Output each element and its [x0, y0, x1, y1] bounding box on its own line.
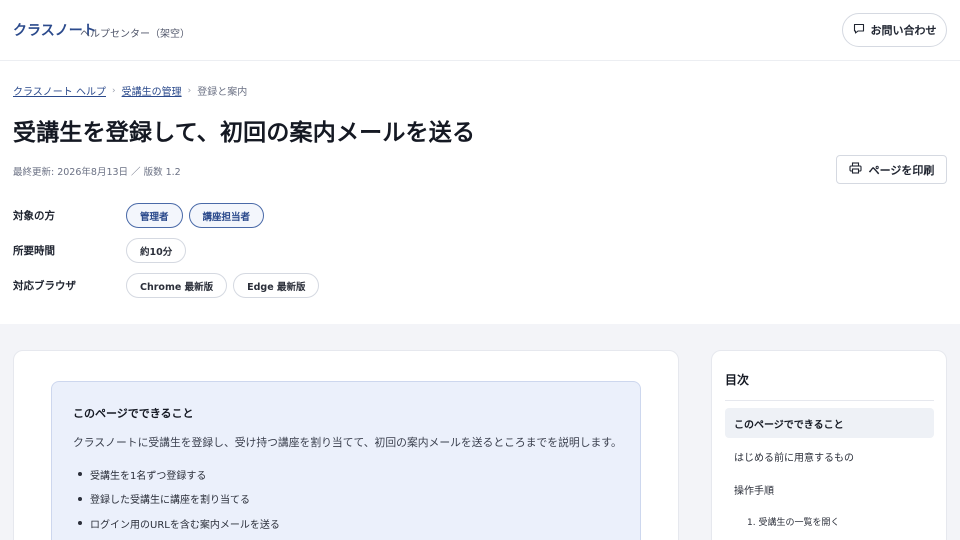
toc-divider: [725, 400, 934, 401]
attribute-label: 対象の方: [13, 210, 55, 222]
breadcrumb-current: 登録と案内: [197, 87, 248, 98]
breadcrumb-separator: ›: [111, 85, 116, 96]
page-title: 受講生を登録して、初回の案内メールを送る: [13, 120, 476, 146]
list-item-text: ログイン用のURLを含む案内メールを送る: [90, 519, 280, 531]
top-bar: クラスノート ヘルプセンター（架空） お問い合わせ: [0, 0, 960, 61]
brand-subtitle: ヘルプセンター（架空）: [80, 29, 190, 40]
printer-icon: [849, 162, 862, 177]
toc-heading: 目次: [725, 373, 750, 387]
bullet-icon: [78, 496, 82, 501]
attribute-label: 対応ブラウザ: [13, 280, 76, 292]
list-item: 登録した受講生に講座を割り当てる: [78, 487, 280, 512]
article-meta: 最終更新: 2026年8月13日 ／ 版数 1.2: [13, 167, 181, 178]
attribute-row-audience: 対象の方 管理者 講座担当者: [13, 203, 265, 228]
breadcrumb-link-help[interactable]: クラスノート ヘルプ: [13, 83, 106, 98]
toc-item-overview[interactable]: このページでできること: [725, 408, 934, 438]
bullet-icon: [78, 472, 82, 477]
audience-chip-instructor: 講座担当者: [188, 203, 265, 228]
summary-title: このページでできること: [73, 407, 194, 420]
print-button[interactable]: ページを印刷: [836, 155, 947, 184]
list-item-text: 登録した受講生に講座を割り当てる: [90, 495, 250, 507]
toc-item-prerequisites[interactable]: はじめる前に用意するもの: [725, 441, 934, 471]
contact-button-label: お問い合わせ: [870, 24, 937, 37]
print-button-label: ページを印刷: [868, 163, 935, 177]
chat-icon: [853, 23, 865, 38]
browser-chip-edge: Edge 最新版: [233, 273, 320, 298]
breadcrumb-link-students[interactable]: 受講生の管理: [122, 83, 182, 98]
audience-chip-admin: 管理者: [126, 203, 183, 228]
toc-subitem-step-1[interactable]: 1. 受講生の一覧を開く: [747, 515, 839, 528]
attribute-label: 所要時間: [13, 245, 55, 257]
bullet-icon: [78, 521, 82, 526]
attribute-row-browser: 対応ブラウザ Chrome 最新版 Edge 最新版: [13, 273, 320, 298]
list-item: ログイン用のURLを含む案内メールを送る: [78, 511, 280, 536]
list-item: 受講生を1名ずつ登録する: [78, 462, 280, 487]
summary-description: クラスノートに受講生を登録し、受け持つ講座を割り当てて、初回の案内メールを送ると…: [73, 436, 622, 449]
duration-chip: 約10分: [126, 238, 187, 263]
breadcrumb: クラスノート ヘルプ › 受講生の管理 › 登録と案内: [13, 83, 248, 99]
list-item-text: 受講生を1名ずつ登録する: [90, 470, 207, 482]
browser-chip-chrome: Chrome 最新版: [126, 273, 228, 298]
contact-button[interactable]: お問い合わせ: [842, 13, 947, 47]
summary-list: 受講生を1名ずつ登録する 登録した受講生に講座を割り当てる ログイン用のURLを…: [78, 462, 280, 536]
breadcrumb-separator: ›: [187, 85, 192, 96]
toc-item-steps[interactable]: 操作手順: [725, 474, 934, 504]
attribute-row-duration: 所要時間 約10分: [13, 238, 187, 263]
